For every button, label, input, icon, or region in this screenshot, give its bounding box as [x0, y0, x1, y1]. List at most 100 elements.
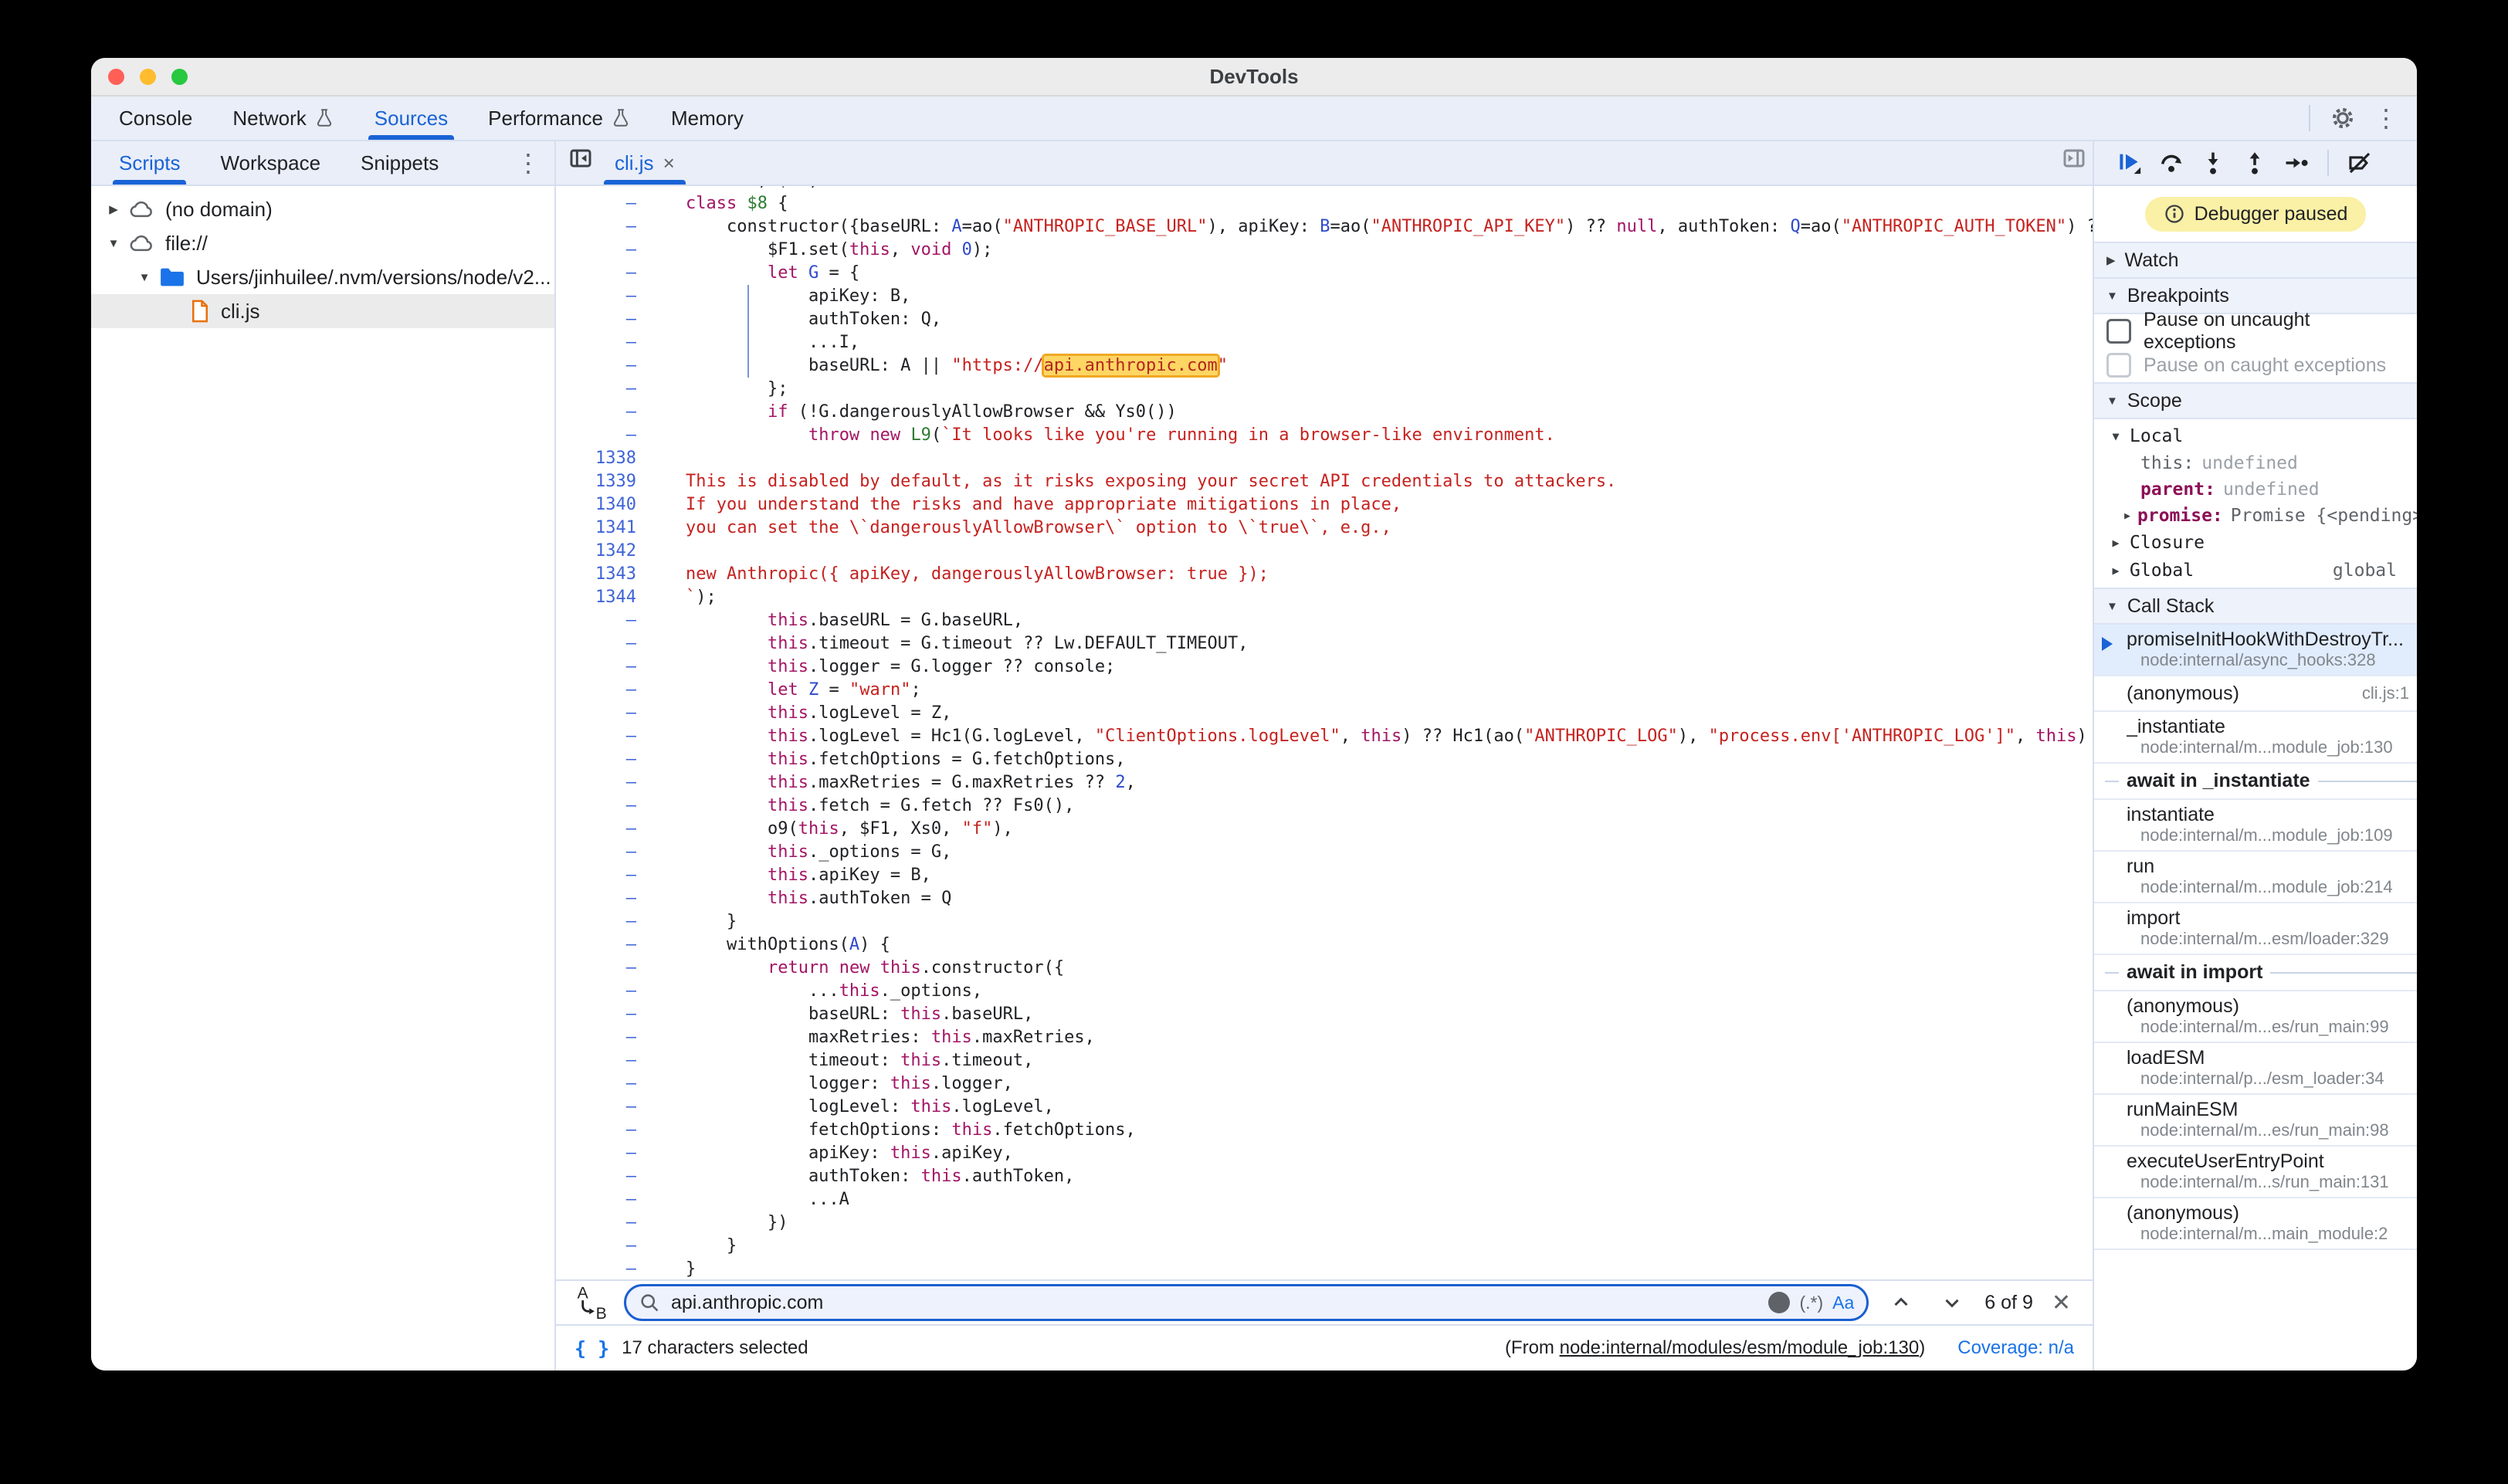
scope-group-local[interactable]: ▼Local: [2094, 422, 2417, 450]
scope-group-global[interactable]: ▶Globalglobal: [2094, 557, 2417, 584]
code-line[interactable]: – apiKey: B,: [556, 285, 2093, 308]
line-number[interactable]: –: [556, 1142, 656, 1165]
scope-group-closure[interactable]: ▶Closure: [2094, 529, 2417, 557]
clear-search-button[interactable]: [1768, 1292, 1790, 1313]
line-number[interactable]: –: [556, 609, 656, 632]
line-number[interactable]: –: [556, 910, 656, 933]
tree-item[interactable]: ▼file://: [91, 226, 554, 260]
close-find-bar-button[interactable]: ✕: [2047, 1289, 2076, 1316]
code-line[interactable]: – $F1.set(this, void 0);: [556, 239, 2093, 262]
line-number[interactable]: –: [556, 215, 656, 239]
line-number[interactable]: –: [556, 1119, 656, 1142]
checkbox[interactable]: [2106, 319, 2131, 344]
pretty-print-button[interactable]: { }: [574, 1337, 609, 1360]
settings-button[interactable]: [2324, 101, 2361, 135]
call-stack-frame[interactable]: (anonymous)cli.js:1: [2094, 676, 2417, 712]
navigator-tab-workspace[interactable]: Workspace: [200, 141, 341, 185]
code-line[interactable]: – }: [556, 1235, 2093, 1258]
line-number[interactable]: –: [556, 1258, 656, 1279]
tab-sources[interactable]: Sources: [354, 97, 468, 140]
code-line[interactable]: – this.timeout = G.timeout ?? Lw.DEFAULT…: [556, 632, 2093, 656]
code-line[interactable]: 1338: [556, 447, 2093, 470]
tree-item[interactable]: ▼Users/jinhuilee/.nvm/versions/node/v2..…: [91, 260, 554, 294]
line-number[interactable]: 1338: [556, 447, 656, 470]
line-number[interactable]: –: [556, 980, 656, 1003]
line-number[interactable]: –: [556, 864, 656, 887]
call-stack-frame[interactable]: _instantiatenode:internal/m...module_job…: [2094, 712, 2417, 764]
code-line[interactable]: – ...I,: [556, 331, 2093, 354]
code-line[interactable]: –var Xs0, $F1;: [556, 186, 2093, 192]
line-number[interactable]: –: [556, 1026, 656, 1049]
breakpoint-toggle-row[interactable]: Pause on caught exceptions: [2094, 348, 2417, 382]
code-line[interactable]: – constructor({baseURL: A=ao("ANTHROPIC_…: [556, 215, 2093, 239]
line-number[interactable]: –: [556, 679, 656, 702]
watch-section-header[interactable]: ▶ Watch: [2094, 242, 2417, 279]
line-number[interactable]: 1341: [556, 517, 656, 540]
line-number[interactable]: –: [556, 239, 656, 262]
call-stack-frame[interactable]: promiseInitHookWithDestroyTr...node:inte…: [2094, 625, 2417, 676]
chevron-down-icon[interactable]: ▼: [102, 237, 125, 250]
tab-memory[interactable]: Memory: [651, 97, 764, 140]
line-number[interactable]: –: [556, 818, 656, 841]
code-line[interactable]: – this.authToken = Q: [556, 887, 2093, 910]
step-into-button[interactable]: [2194, 146, 2232, 180]
code-line[interactable]: 1344`);: [556, 586, 2093, 609]
tab-console[interactable]: Console: [99, 97, 212, 140]
code-line[interactable]: – this._options = G,: [556, 841, 2093, 864]
source-file-link[interactable]: node:internal/modules/esm/module_job:130: [1560, 1337, 1920, 1358]
line-number[interactable]: –: [556, 262, 656, 285]
chevron-down-icon[interactable]: ▼: [133, 271, 156, 284]
scope-variable[interactable]: ▶promise:Promise {<pending>}: [2094, 503, 2417, 529]
code-line[interactable]: –class $8 {: [556, 192, 2093, 215]
line-number[interactable]: –: [556, 192, 656, 215]
navigator-tab-scripts[interactable]: Scripts: [99, 141, 200, 185]
line-number[interactable]: –: [556, 656, 656, 679]
line-number[interactable]: –: [556, 771, 656, 795]
previous-match-button[interactable]: [1883, 1286, 1920, 1320]
code-line[interactable]: – };: [556, 378, 2093, 401]
scope-section-header[interactable]: ▼ Scope: [2094, 382, 2417, 419]
line-number[interactable]: 1344: [556, 586, 656, 609]
show-right-panel-button[interactable]: [2056, 141, 2093, 175]
line-number[interactable]: –: [556, 285, 656, 308]
step-over-button[interactable]: [2153, 146, 2190, 180]
line-number[interactable]: 1342: [556, 540, 656, 563]
line-number[interactable]: –: [556, 795, 656, 818]
close-tab-icon[interactable]: ×: [663, 151, 675, 175]
code-line[interactable]: – authToken: Q,: [556, 308, 2093, 331]
editor-tab-clijs[interactable]: cli.js ×: [599, 141, 690, 185]
code-line[interactable]: – baseURL: this.baseURL,: [556, 1003, 2093, 1026]
line-number[interactable]: –: [556, 308, 656, 331]
call-stack-frame[interactable]: runnode:internal/m...module_job:214: [2094, 852, 2417, 903]
coverage-link[interactable]: Coverage: n/a: [1957, 1337, 2074, 1359]
code-line[interactable]: – baseURL: A || "https://api.anthropic.c…: [556, 354, 2093, 378]
code-line[interactable]: – timeout: this.timeout,: [556, 1049, 2093, 1072]
code-line[interactable]: – logger: this.logger,: [556, 1072, 2093, 1096]
call-stack-frame[interactable]: (anonymous)node:internal/m...es/run_main…: [2094, 991, 2417, 1043]
line-number[interactable]: –: [556, 1165, 656, 1188]
code-line[interactable]: – ...A: [556, 1188, 2093, 1211]
line-number[interactable]: –: [556, 401, 656, 424]
line-number[interactable]: –: [556, 1096, 656, 1119]
code-line[interactable]: 1342: [556, 540, 2093, 563]
breakpoint-toggle-row[interactable]: Pause on uncaught exceptions: [2094, 314, 2417, 348]
line-number[interactable]: –: [556, 354, 656, 378]
code-line[interactable]: – fetchOptions: this.fetchOptions,: [556, 1119, 2093, 1142]
code-line[interactable]: – return new this.constructor({: [556, 957, 2093, 980]
line-number[interactable]: –: [556, 933, 656, 957]
code-line[interactable]: – this.fetchOptions = G.fetchOptions,: [556, 748, 2093, 771]
next-match-button[interactable]: [1934, 1286, 1971, 1320]
line-number[interactable]: –: [556, 748, 656, 771]
code-line[interactable]: – this.baseURL = G.baseURL,: [556, 609, 2093, 632]
tab-performance[interactable]: Performance: [468, 97, 651, 140]
call-stack-frame[interactable]: instantiatenode:internal/m...module_job:…: [2094, 800, 2417, 852]
code-line[interactable]: – withOptions(A) {: [556, 933, 2093, 957]
code-line[interactable]: – if (!G.dangerouslyAllowBrowser && Ys0(…: [556, 401, 2093, 424]
line-number[interactable]: –: [556, 1235, 656, 1258]
code-line[interactable]: 1339This is disabled by default, as it r…: [556, 470, 2093, 493]
more-options-button[interactable]: ⋮: [2367, 101, 2405, 135]
replace-toggle-button[interactable]: A B: [573, 1286, 610, 1320]
code-line[interactable]: – ...this._options,: [556, 980, 2093, 1003]
line-number[interactable]: –: [556, 1211, 656, 1235]
step-button[interactable]: [2278, 146, 2315, 180]
